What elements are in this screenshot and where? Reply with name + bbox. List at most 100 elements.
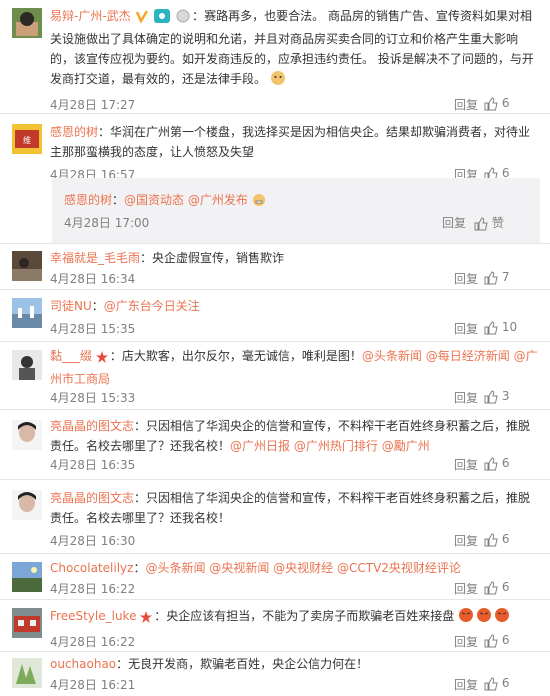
mention-link[interactable]: @广州热门排行 xyxy=(294,439,378,453)
thumbs-up-icon xyxy=(484,456,498,471)
thumbs-up-icon xyxy=(484,96,498,111)
comment-time: 4月28日 15:35 xyxy=(50,322,136,336)
comment-item: 幸福就是_毛毛雨：央企虚假宣传，销售欺诈 4月28日 16:34 回复 7 xyxy=(0,244,550,290)
reply-colon: ： xyxy=(112,193,125,207)
like-button[interactable]: 6 xyxy=(484,96,538,111)
level-medal-icon xyxy=(176,9,190,29)
like-button[interactable]: 7 xyxy=(484,270,538,285)
like-count: 10 xyxy=(501,320,518,334)
comment-item: 黏___缀 ：店大欺客，出尔反尔，毫无诚信，唯利是图！@头条新闻 @每日经济新闻… xyxy=(0,342,550,410)
thumbs-up-icon xyxy=(484,389,498,404)
comment-item: FreeStyle_luke ：央企应该有担当，不能为了卖房子而欺骗老百姓来接盘… xyxy=(0,600,550,652)
mention-link[interactable]: @国资动态 xyxy=(124,193,184,207)
comment-time: 4月28日 16:22 xyxy=(50,635,136,649)
avatar[interactable] xyxy=(12,562,42,592)
mention-link[interactable]: @CCTV2央视财经评论 xyxy=(337,561,461,575)
comment-user-name[interactable]: ouchaohao xyxy=(50,657,116,671)
comment-user-name[interactable]: FreeStyle_luke xyxy=(50,609,136,623)
like-count: 6 xyxy=(501,96,510,110)
comment-time: 4月28日 16:21 xyxy=(50,678,136,692)
like-count: 7 xyxy=(501,270,510,284)
comment-colon: ： xyxy=(192,9,205,23)
comment-colon: ： xyxy=(133,561,146,575)
comment-text: 无良开发商，欺骗老百姓，央企公信力何在！ xyxy=(128,657,369,671)
thumbs-up-icon xyxy=(484,580,498,595)
mention-link[interactable]: @央视新闻 xyxy=(209,561,269,575)
avatar[interactable] xyxy=(12,490,42,520)
comment-user-name[interactable]: 黏___缀 xyxy=(50,349,92,363)
comment-text: 店大欺客，出尔反尔，毫无诚信，唯利是图！ xyxy=(121,349,362,363)
mention-link[interactable]: @每日经济新闻 xyxy=(426,349,510,363)
nested-reply: 感恩的树：@国资动态 @广州发布 4月28日 17:00 回复 赞 xyxy=(52,178,540,244)
reply-button[interactable]: 回复 xyxy=(454,580,478,597)
mention-link[interactable]: @广州日报 xyxy=(230,439,290,453)
like-button[interactable]: 赞 xyxy=(474,214,528,231)
thumbs-up-icon xyxy=(484,320,498,335)
like-count: 6 xyxy=(501,580,510,594)
mention-link[interactable]: @央视财经 xyxy=(273,561,333,575)
mention-link[interactable]: @头条新闻 xyxy=(145,561,205,575)
reply-time: 4月28日 17:00 xyxy=(64,216,150,230)
comment-time: 4月28日 16:30 xyxy=(50,534,136,548)
comment-text: 央企应该有担当，不能为了卖房子而欺骗老百姓来接盘 xyxy=(166,609,455,623)
avatar[interactable] xyxy=(12,251,42,281)
like-button[interactable]: 6 xyxy=(484,532,538,547)
comment-user-name[interactable]: 亮晶晶的图文志 xyxy=(50,491,134,505)
comment-user-name[interactable]: 易辩-广州-武杰 xyxy=(50,9,131,23)
like-button[interactable]: 10 xyxy=(484,320,538,335)
comment-user-name[interactable]: 亮晶晶的图文志 xyxy=(50,419,134,433)
avatar[interactable] xyxy=(12,608,42,638)
reply-button[interactable]: 回复 xyxy=(454,320,478,337)
svg-text:维: 维 xyxy=(23,135,31,145)
reply-button[interactable]: 回复 xyxy=(454,633,478,650)
avatar[interactable] xyxy=(12,350,42,380)
comment-time: 4月28日 16:34 xyxy=(50,272,136,286)
like-button[interactable]: 3 xyxy=(484,389,538,404)
reply-user-name[interactable]: 感恩的树 xyxy=(64,193,112,207)
like-label: 赞 xyxy=(491,216,504,230)
comment-user-name[interactable]: 幸福就是_毛毛雨 xyxy=(50,251,140,265)
red-star-icon xyxy=(140,609,153,629)
like-button[interactable]: 6 xyxy=(484,676,538,691)
like-count: 3 xyxy=(501,389,510,403)
reply-button[interactable]: 回复 xyxy=(454,389,478,406)
thumbs-up-icon xyxy=(484,633,498,648)
member-eye-icon xyxy=(154,9,171,29)
mention-link[interactable]: @广东台今日关注 xyxy=(104,299,200,313)
reply-button[interactable]: 回复 xyxy=(454,532,478,549)
like-button[interactable]: 6 xyxy=(484,633,538,648)
reply-button[interactable]: 回复 xyxy=(454,456,478,473)
comment-user-name[interactable]: Chocolatelilyz xyxy=(50,561,133,575)
avatar[interactable]: 维 xyxy=(12,124,42,154)
comment-colon: ： xyxy=(134,419,147,433)
comment-user-name[interactable]: 司徒NU xyxy=(50,299,92,313)
mention-link[interactable]: @头条新闻 xyxy=(362,349,422,363)
reply-button[interactable]: 回复 xyxy=(442,214,466,231)
avatar[interactable] xyxy=(12,658,42,688)
verified-v-icon xyxy=(135,9,149,29)
avatar[interactable] xyxy=(12,420,42,450)
comment-item: ouchaohao：无良开发商，欺骗老百姓，央企公信力何在！ 4月28日 16:… xyxy=(0,652,550,696)
comment-time: 4月28日 17:27 xyxy=(50,98,136,112)
comment-item: 维 感恩的树：华润在广州第一个楼盘，我选择买是因为相信央企。结果却欺骗消费者，对… xyxy=(0,114,550,244)
like-count: 6 xyxy=(501,532,510,546)
comment-item: 亮晶晶的图文志：只因相信了华润央企的信誉和宣传，不料榨干老百姓终身积蓄之后，推脱… xyxy=(0,410,550,480)
reply-button[interactable]: 回复 xyxy=(454,676,478,693)
comment-colon: ： xyxy=(134,491,147,505)
comment-user-name[interactable]: 感恩的树 xyxy=(50,125,98,139)
red-star-icon xyxy=(95,349,108,369)
avatar[interactable] xyxy=(12,8,42,38)
comment-time: 4月28日 16:22 xyxy=(50,582,136,596)
like-button[interactable]: 6 xyxy=(484,456,538,471)
reply-button[interactable]: 回复 xyxy=(454,96,478,113)
emoji-doge-icon xyxy=(270,70,286,92)
comment-item: 司徒NU：@广东台今日关注 4月28日 15:35 回复 10 xyxy=(0,290,550,342)
avatar[interactable] xyxy=(12,298,42,328)
comment-text: 央企虚假宣传，销售欺诈 xyxy=(152,251,285,265)
like-button[interactable]: 6 xyxy=(484,580,538,595)
mention-link[interactable]: @勵广州 xyxy=(382,439,430,453)
mention-link[interactable]: @广州发布 xyxy=(188,193,248,207)
thumbs-up-icon xyxy=(484,676,498,691)
reply-button[interactable]: 回复 xyxy=(454,270,478,287)
comment-item: Chocolatelilyz：@头条新闻 @央视新闻 @央视财经 @CCTV2央… xyxy=(0,554,550,600)
